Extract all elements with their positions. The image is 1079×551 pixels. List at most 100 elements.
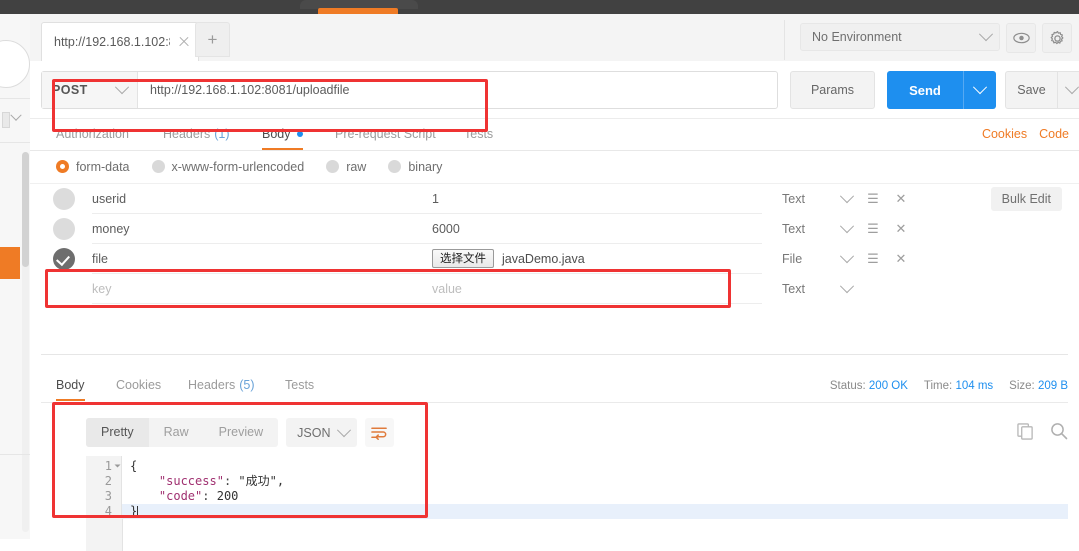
send-button[interactable]: Send [887,71,963,109]
radio-x-www-form-urlencoded[interactable]: x-www-form-urlencoded [151,159,305,174]
tab-body[interactable]: Body [262,118,303,150]
table-row: userid 1 Text ☰ ✕ Bulk Edit [41,184,1068,214]
postman-app: http://192.168.1.102:8 + No Environment [30,14,1079,551]
key-input[interactable]: key [92,275,432,304]
fold-icon[interactable] [114,464,121,468]
request-section-tabs: Authorization Headers (1) Body Pre-reque… [30,118,1079,151]
radio-label: raw [346,159,367,174]
description-icon[interactable]: ☰ [862,218,884,240]
url-bar: POST http://192.168.1.102:8081/uploadfil… [41,71,778,109]
plus-icon[interactable]: + [195,22,230,57]
save-button[interactable]: Save [1006,72,1057,108]
type-select[interactable]: File [782,249,855,266]
divider [41,354,1068,355]
tab-label: Tests [285,378,315,392]
background-circle [0,40,30,88]
tab-response-body[interactable]: Body [56,369,85,401]
response-section-tabs: Body Cookies Headers (5) Tests Status: 2… [41,369,1068,403]
radio-label: form-data [76,159,130,174]
cookies-link[interactable]: Cookies [982,127,1027,141]
response-body-editor[interactable]: 1 2 3 4 { "success": "成功", "code": 200 } [86,456,1068,519]
tab-authorization[interactable]: Authorization [56,118,129,150]
tab-count: (5) [239,378,255,392]
file-value-cell: 选择文件 javaDemo.java [432,245,762,274]
row-checkbox[interactable] [53,248,75,270]
close-icon[interactable] [176,34,192,50]
wrap-lines-icon[interactable] [365,418,395,447]
url-input[interactable]: http://192.168.1.102:8081/uploadfile [138,72,777,108]
value-input[interactable]: 1 [432,185,762,214]
radio-binary[interactable]: binary [388,160,442,174]
tab-label: Headers [188,378,236,392]
response-meta: Status: 200 OK Time: 104 ms Size: 209 B [830,369,1068,402]
eye-icon[interactable] [1006,23,1036,53]
size-badge: Size: 209 B [1009,379,1068,392]
remove-row-icon[interactable]: ✕ [890,188,912,210]
form-data-table: userid 1 Text ☰ ✕ Bulk Edit money 6000 T… [41,184,1068,304]
tab-response-headers[interactable]: Headers (5) [188,369,255,401]
size-value: 209 B [1037,379,1068,392]
code-line: } [122,504,1068,519]
radio-label: x-www-form-urlencoded [171,159,305,174]
code-link[interactable]: Code [1039,127,1069,141]
gear-icon[interactable] [1042,23,1072,53]
editor-gutter-footer [86,518,123,551]
type-select[interactable]: Text [782,279,855,296]
chevron-down-icon [337,422,352,437]
key-input[interactable]: money [92,215,432,244]
status-value: 200 OK [868,379,908,392]
text-caret [137,506,139,517]
tab-count: (1) [214,127,230,141]
response-view-tabs: Pretty Raw Preview [86,418,279,447]
postman-window: http://192.168.1.102:8 + No Environment [0,0,1079,551]
send-options-button[interactable] [963,71,996,109]
description-icon[interactable]: ☰ [862,188,884,210]
description-icon[interactable]: ☰ [862,248,884,270]
chevron-down-icon [839,189,855,204]
value-input[interactable]: value [432,275,762,304]
params-button[interactable]: Params [790,71,875,109]
key-input[interactable]: userid [92,185,432,214]
chevron-down-icon [839,219,855,234]
key-input[interactable]: file [92,245,432,274]
url-bar-row: POST http://192.168.1.102:8081/uploadfil… [30,61,1079,119]
type-select[interactable]: Text [782,189,855,206]
tab-response-tests[interactable]: Tests [285,369,314,401]
type-label: File [782,252,803,266]
remove-row-icon[interactable]: ✕ [890,218,912,240]
copy-icon[interactable] [1017,422,1034,443]
table-row: money 6000 Text ☰ ✕ [41,214,1068,244]
tab-pre-request-script[interactable]: Pre-request Script [335,118,436,150]
environment-select[interactable]: No Environment [800,23,1000,51]
remove-row-icon[interactable]: ✕ [890,248,912,270]
tab-response-cookies[interactable]: Cookies [116,369,161,401]
choose-file-button[interactable]: 选择文件 [432,249,494,268]
request-tab[interactable]: http://192.168.1.102:8 [41,22,199,61]
radio-raw[interactable]: raw [326,160,366,174]
radio-icon [151,160,165,173]
tab-headers[interactable]: Headers (1) [163,118,230,150]
save-options-button[interactable] [1057,72,1079,108]
editor-code[interactable]: { "success": "成功", "code": 200 } [122,456,1068,519]
row-actions: ☰ ✕ [862,188,912,210]
type-select[interactable]: Text [782,219,855,236]
http-method-select[interactable]: POST [42,72,138,108]
save-button-group: Save [1005,71,1079,109]
file-picker[interactable]: 选择文件 javaDemo.java [432,249,585,268]
row-checkbox[interactable] [53,218,75,240]
bulk-edit-button[interactable]: Bulk Edit [990,187,1062,211]
response-format-select[interactable]: JSON [286,418,358,447]
chevron-down-icon [839,249,855,264]
tab-label: Authorization [56,127,129,141]
row-checkbox[interactable] [53,188,75,210]
tab-tests[interactable]: Tests [464,118,493,150]
view-tab-preview[interactable]: Preview [204,418,278,447]
view-tab-raw[interactable]: Raw [149,418,204,447]
radio-form-data[interactable]: form-data [56,160,130,174]
view-tab-pretty[interactable]: Pretty [86,418,149,447]
background-scrollbar-thumb [22,152,29,267]
chevron-down-icon [978,27,994,42]
search-icon[interactable] [1050,422,1068,443]
os-title-bar [0,0,1079,14]
value-input[interactable]: 6000 [432,215,762,244]
